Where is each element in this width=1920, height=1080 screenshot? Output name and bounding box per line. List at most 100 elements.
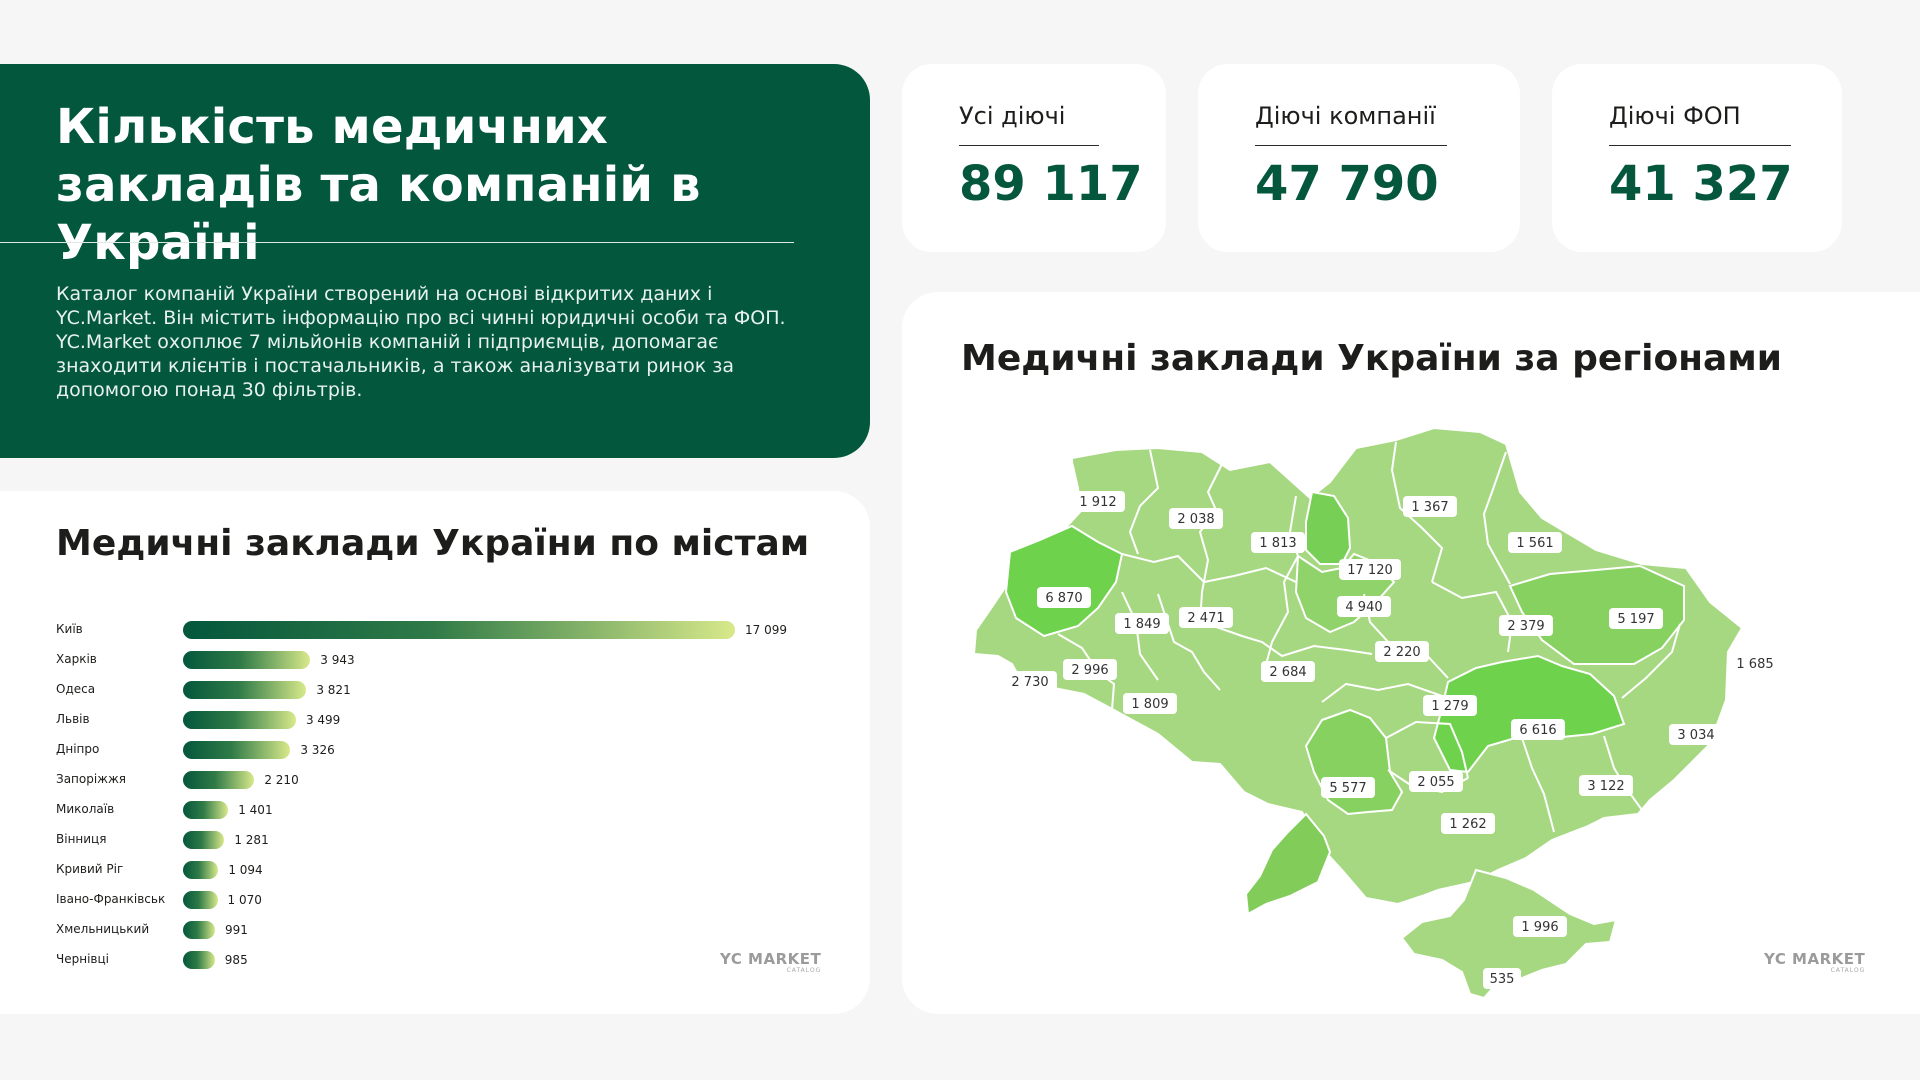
city-bar-row: Львів 3 499 (0, 710, 870, 730)
city-bar-value: 2 210 (264, 773, 299, 787)
region-value-label: 2 379 (1499, 615, 1553, 636)
hero-divider (0, 242, 794, 243)
city-bar-value: 1 281 (234, 833, 269, 847)
city-name: Львів (56, 712, 90, 726)
city-bar (183, 651, 311, 669)
city-name: Дніпро (56, 742, 100, 756)
city-bar-value: 991 (224, 923, 248, 937)
stat-value: 41 327 (1609, 156, 1793, 212)
region-value: 4 940 (1345, 600, 1382, 615)
city-bar-row: Кривий Ріг 1 094 (0, 860, 870, 880)
city-name: Вінниця (56, 832, 107, 846)
region-value: 1 809 (1131, 697, 1168, 712)
regions-map-card: Медичні заклади України за регіонами 1 9… (902, 292, 1920, 1014)
cities-chart-card: Медичні заклади України по містам Київ 17… (0, 491, 870, 1014)
city-bar (183, 621, 735, 639)
hero-panel: Кількість медичних закладів та компаній … (0, 64, 870, 458)
region-value-label: 4 940 (1337, 596, 1391, 617)
cities-chart-title: Медичні заклади України по містам (56, 523, 810, 564)
region-value: 2 996 (1071, 663, 1108, 678)
region-value: 6 870 (1045, 591, 1082, 606)
region-value: 1 685 (1736, 657, 1773, 672)
hero-description: Каталог компаній України створений на ос… (56, 283, 786, 401)
odesa-south-strip (1244, 812, 1332, 916)
region-value-label: 1 561 (1508, 532, 1562, 553)
region-value-label: 2 730 (1003, 671, 1057, 692)
city-bar-value: 17 099 (745, 623, 787, 637)
region-value-label: 6 870 (1037, 587, 1091, 608)
region-value: 1 262 (1449, 817, 1486, 832)
region-value-label: 6 616 (1511, 719, 1565, 740)
city-bar-value: 1 070 (227, 893, 262, 907)
city-bar (183, 861, 219, 879)
city-bar-row: Одеса 3 821 (0, 680, 870, 700)
region-value: 2 684 (1269, 665, 1306, 680)
region-value-label: 1 996 (1513, 916, 1567, 937)
region-value-label: 1 279 (1423, 695, 1477, 716)
ukraine-regions-map: 1 912 2 038 1 813 17 120 4 940 1 367 1 561 6 87… (972, 426, 1782, 1000)
city-bar-row: Запоріжжя 2 210 (0, 770, 870, 790)
region-value-label: 5 577 (1321, 777, 1375, 798)
stat-value: 89 117 (959, 156, 1143, 212)
region-value-label: 1 367 (1403, 496, 1457, 517)
logo-subtext: CATALOG (786, 967, 822, 974)
city-name: Миколаїв (56, 802, 115, 816)
region-value-label: 1 813 (1251, 532, 1305, 553)
region-value-label: 3 034 (1669, 724, 1723, 745)
stat-card-all: Усі діючі 89 117 (902, 64, 1166, 252)
city-bar-value: 1 401 (238, 803, 273, 817)
city-bar (183, 921, 215, 939)
city-name: Хмельницький (56, 922, 150, 936)
logo-text: YC MARKET (1764, 950, 1866, 968)
region-value: 2 220 (1383, 645, 1420, 660)
yc-market-logo: YC MARKET CATALOG (1764, 950, 1865, 974)
region-value: 1 561 (1516, 536, 1553, 551)
region-value-label: 2 220 (1375, 641, 1429, 662)
region-value: 1 813 (1259, 536, 1296, 551)
page-title: Кількість медичних закладів та компаній … (56, 99, 701, 271)
region-value: 2 055 (1417, 775, 1454, 790)
city-bar-value: 3 499 (305, 713, 341, 727)
city-bar-value: 1 094 (228, 863, 263, 877)
stat-divider (1609, 145, 1791, 146)
region-value: 3 122 (1587, 779, 1624, 794)
region-value: 1 367 (1411, 500, 1448, 515)
city-bar-value: 3 943 (320, 653, 355, 667)
region-value: 2 730 (1011, 675, 1048, 690)
stat-divider (959, 145, 1099, 146)
region-value: 2 471 (1187, 611, 1224, 626)
stat-divider (1255, 145, 1447, 146)
city-bar-row: Хмельницький 991 (0, 920, 870, 940)
region-value: 1 849 (1123, 617, 1160, 632)
city-bar-row: Київ 17 099 (0, 620, 870, 640)
region-value-label: 2 684 (1261, 661, 1315, 682)
region-value: 1 996 (1521, 920, 1558, 935)
city-bar-row: Дніпро 3 326 (0, 740, 870, 760)
region-value-label: 3 122 (1579, 775, 1633, 796)
city-bar-value: 3 326 (300, 743, 335, 757)
region-value-label: 17 120 (1339, 559, 1401, 580)
city-name: Запоріжжя (56, 772, 127, 786)
city-name: Чернівці (56, 952, 109, 966)
region-value: 5 577 (1329, 781, 1366, 796)
yc-market-logo: YC MARKET CATALOG (720, 950, 821, 974)
city-name: Київ (56, 622, 83, 636)
logo-text: YC MARKET (720, 950, 822, 968)
stat-label: Діючі компанії (1255, 102, 1436, 130)
region-value: 17 120 (1347, 563, 1393, 578)
city-bar (183, 831, 225, 849)
city-name: Івано-Франківськ (56, 892, 166, 906)
region-value: 1 912 (1079, 495, 1116, 510)
region-value-label: 535 (1483, 968, 1521, 989)
region-value-label: 1 262 (1441, 813, 1495, 834)
city-bar-row: Івано-Франківськ 1 070 (0, 890, 870, 910)
region-value-label: 1 685 (1728, 653, 1782, 674)
region-value-label: 2 055 (1409, 771, 1463, 792)
region-value: 2 038 (1177, 512, 1214, 527)
city-bar (183, 951, 215, 969)
city-bar (183, 891, 218, 909)
region-value-label: 1 849 (1115, 613, 1169, 634)
region-value: 1 279 (1431, 699, 1468, 714)
city-bar-value: 985 (224, 953, 248, 967)
region-value-label: 2 471 (1179, 607, 1233, 628)
